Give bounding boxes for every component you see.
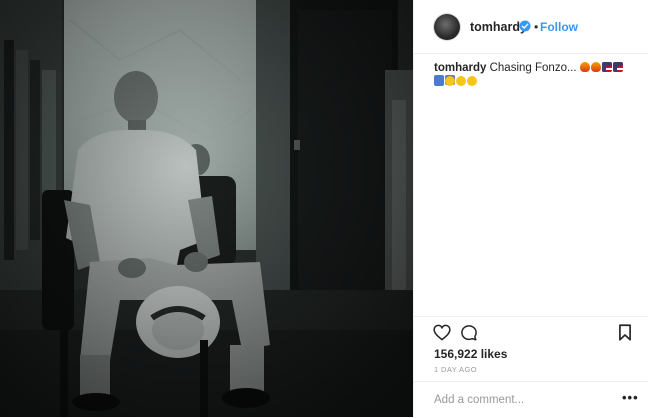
post-actions-section: 156,922 likes 1 DAY AGO Add a comment...…	[414, 316, 648, 417]
post-photo-image	[0, 0, 413, 417]
comment-bar: Add a comment... •••	[414, 381, 648, 418]
verified-badge-icon	[519, 20, 531, 32]
smiling-face-emoji-icon	[467, 76, 477, 86]
heart-icon[interactable]	[433, 324, 451, 341]
fire-emoji-icon	[590, 62, 601, 72]
comment-icon[interactable]	[460, 324, 478, 342]
post-header: tomhardy • Follow	[414, 0, 648, 54]
us-flag-emoji-icon	[601, 62, 612, 72]
smiling-face-emoji-icon	[445, 76, 455, 86]
us-flag-emoji-icon	[612, 62, 623, 72]
post-photo[interactable]	[0, 0, 413, 417]
star-emoji-icon	[434, 76, 444, 86]
fire-emoji-icon	[579, 62, 590, 72]
likes-count[interactable]: 156,922 likes	[434, 347, 507, 361]
instagram-post: tomhardy • Follow tomhardy Chasing Fonzo…	[0, 0, 648, 417]
caption-username[interactable]: tomhardy	[434, 62, 486, 74]
post-sidebar: tomhardy • Follow tomhardy Chasing Fonzo…	[413, 0, 648, 417]
separator-dot: •	[534, 20, 539, 34]
caption-text: Chasing Fonzo...	[489, 62, 577, 74]
more-options-icon[interactable]: •••	[622, 390, 639, 405]
bookmark-icon[interactable]	[618, 324, 632, 341]
smiling-face-emoji-icon	[456, 76, 466, 86]
caption-emoji-row	[434, 76, 478, 88]
follow-button[interactable]: Follow	[540, 20, 578, 34]
comment-input[interactable]: Add a comment...	[434, 394, 524, 406]
avatar[interactable]	[434, 14, 460, 40]
post-timestamp[interactable]: 1 DAY AGO	[434, 365, 477, 374]
